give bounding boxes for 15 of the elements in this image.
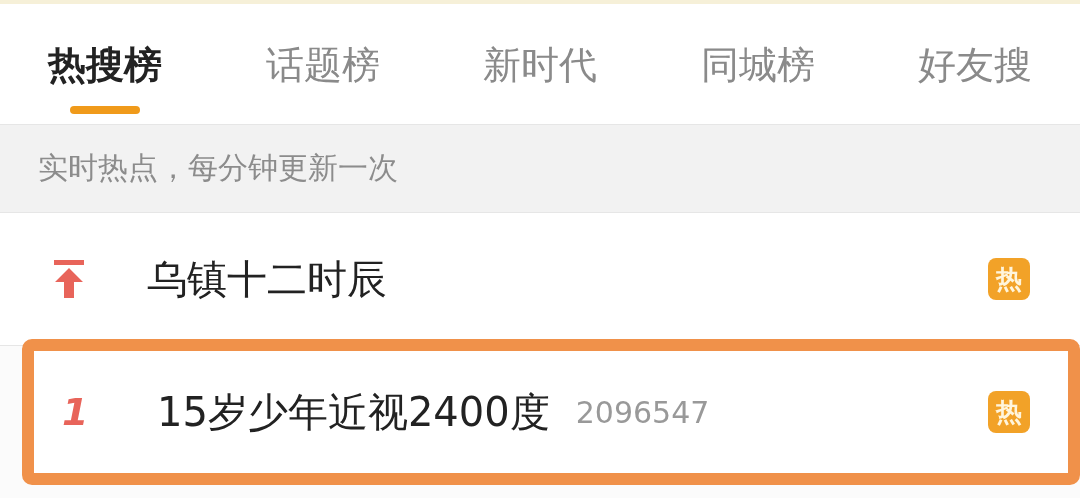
tab[interactable]: 好友搜	[918, 4, 1032, 124]
search-count: 2096547	[575, 394, 710, 430]
hot-badge: 热	[988, 391, 1030, 433]
tab[interactable]: 同城榜	[700, 4, 815, 124]
hot-badge: 热	[988, 258, 1030, 300]
pin-top-icon	[52, 260, 86, 298]
hot-search-row[interactable]: 乌镇十二时辰 热	[0, 213, 1080, 346]
topic-title: 乌镇十二时辰	[147, 254, 387, 304]
tab[interactable]: 话题榜	[265, 4, 380, 124]
topic-title: 15岁少年近视2400度	[157, 387, 550, 437]
tab[interactable]: 新时代	[483, 4, 597, 124]
tab[interactable]: 热搜榜	[48, 4, 162, 124]
rank-number: 1	[62, 390, 89, 434]
hot-search-row[interactable]: 1 15岁少年近视2400度 2096547 热	[22, 339, 1080, 485]
notice-text: 实时热点，每分钟更新一次	[38, 149, 398, 187]
